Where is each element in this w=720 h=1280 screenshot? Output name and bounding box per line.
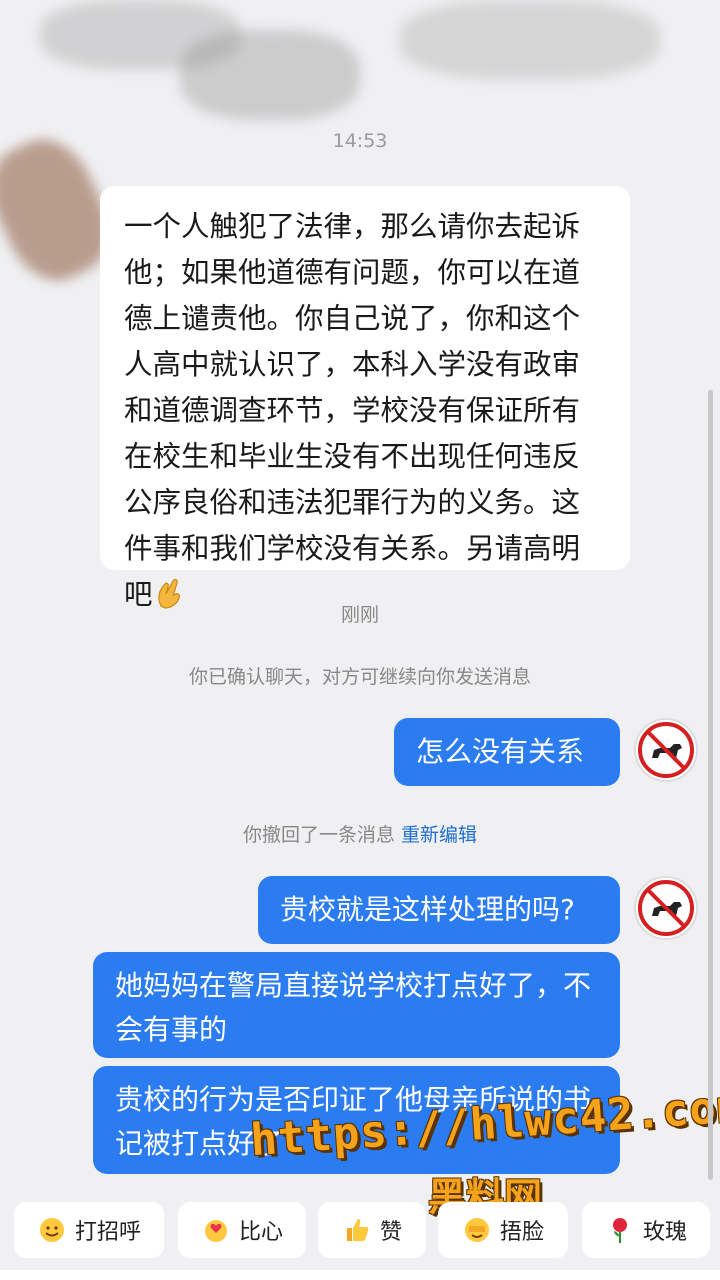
scrollbar[interactable]: [708, 390, 713, 1180]
quick-reply-label: 赞: [379, 1220, 402, 1245]
quick-reply-like[interactable]: 赞: [318, 1202, 426, 1258]
quick-reply-label: 比心: [238, 1220, 283, 1245]
outgoing-message-bubble[interactable]: 贵校就是这样处理的吗?: [258, 876, 620, 944]
outgoing-message-text: 怎么没有关系: [416, 735, 585, 768]
avatar[interactable]: [634, 718, 698, 782]
quick-reply-label: 玫瑰: [642, 1220, 687, 1245]
heart-hands-emoji-icon: [201, 1215, 231, 1245]
smile-emoji-icon: [37, 1215, 67, 1245]
outgoing-message-bubble[interactable]: 她妈妈在警局直接说学校打点好了，不会有事的: [93, 952, 620, 1058]
message-timestamp: 14:53: [332, 130, 388, 152]
no-dog-icon: [638, 722, 694, 778]
chat-confirm-notice: 你已确认聊天，对方可继续向你发送消息: [188, 666, 531, 688]
just-now-label: 刚刚: [340, 604, 379, 626]
rose-emoji-icon: [605, 1215, 635, 1245]
quick-reply-label: 捂脸: [499, 1220, 544, 1245]
incoming-message-text: 一个人触犯了法律，那么请你去起诉他；如果他道德有问题，你可以在道德上谴责他。你自…: [124, 210, 581, 611]
input-bar-edge: [0, 1270, 720, 1280]
thumbs-up-emoji-icon: [342, 1215, 372, 1245]
quick-reply-label: 打招呼: [74, 1220, 141, 1245]
facepalm-emoji-icon: [462, 1215, 492, 1245]
recall-notice: 你撤回了一条消息 重新编辑: [0, 820, 720, 847]
background-smudge: [400, 0, 660, 80]
avatar[interactable]: [634, 876, 698, 940]
quick-reply-facepalm[interactable]: 捂脸: [438, 1202, 568, 1258]
no-dog-icon: [638, 880, 694, 936]
reedit-link[interactable]: 重新编辑: [401, 824, 477, 846]
quick-reply-rose[interactable]: 玫瑰: [582, 1202, 710, 1258]
outgoing-message-bubble[interactable]: 怎么没有关系: [394, 718, 620, 786]
recall-notice-text: 你撤回了一条消息: [242, 824, 395, 846]
outgoing-message-text: 贵校就是这样处理的吗?: [280, 893, 575, 926]
incoming-message-bubble[interactable]: 一个人触犯了法律，那么请你去起诉他；如果他道德有问题，你可以在道德上谴责他。你自…: [100, 186, 630, 611]
quick-reply-bar: 打招呼 比心 赞 捂脸 玫瑰: [0, 1202, 720, 1258]
quick-reply-heart[interactable]: 比心: [178, 1202, 306, 1258]
background-smudge: [180, 30, 360, 120]
quick-reply-greet[interactable]: 打招呼: [14, 1202, 164, 1258]
outgoing-message-text: 她妈妈在警局直接说学校打点好了，不会有事的: [115, 969, 592, 1046]
